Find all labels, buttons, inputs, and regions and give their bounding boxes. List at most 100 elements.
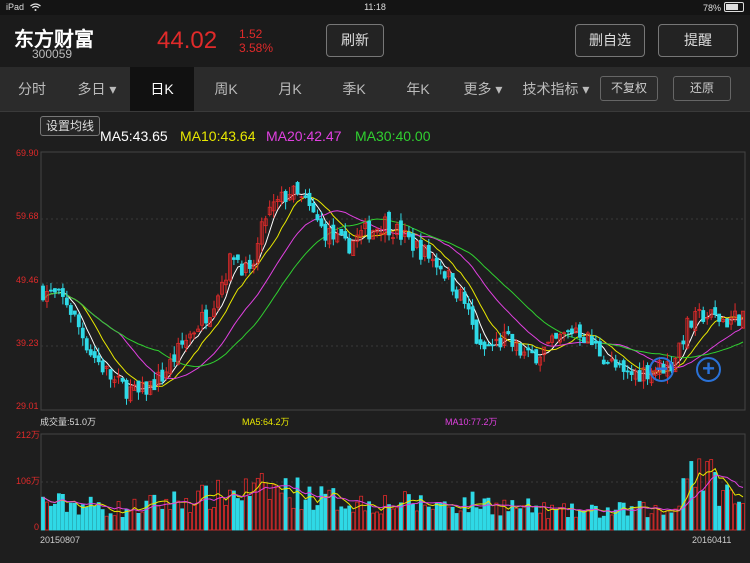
volume-bar (574, 516, 578, 531)
volume-bar (657, 508, 662, 531)
candle-body (56, 288, 61, 291)
remove-favorite-button[interactable]: 删自选 (575, 24, 645, 57)
volume-bar (422, 504, 427, 531)
candle-body (347, 238, 352, 254)
candle-body (68, 305, 73, 315)
volume-bar (526, 498, 531, 531)
volume-bar (112, 515, 117, 531)
volume-bar (64, 511, 69, 531)
volume-bar (335, 509, 340, 531)
ma5-line (42, 193, 744, 390)
tab-multi-day[interactable]: 多日 ▾ (64, 67, 130, 111)
volume-bar (287, 497, 292, 531)
volume-bar (649, 513, 654, 531)
candle-body (725, 318, 730, 328)
chart-grid (40, 151, 746, 531)
volume-bar (176, 500, 181, 531)
volume-bar (418, 495, 423, 531)
ma10-line (42, 196, 744, 388)
no-adjust-button[interactable]: 不复权 (600, 76, 658, 101)
candle-body (88, 349, 93, 356)
ma30-label: MA30:40.00 (355, 128, 431, 144)
candle-body (605, 361, 610, 364)
zoom-in-icon[interactable]: + (696, 357, 721, 382)
tab-monthly-k[interactable]: 月K (258, 67, 322, 111)
candle-body (235, 254, 240, 260)
candle-body (172, 354, 177, 362)
clock: 11:18 (364, 2, 386, 12)
candle-body (339, 228, 344, 236)
volume-bar (589, 504, 594, 531)
volume-bar (546, 518, 551, 531)
tab-intraday[interactable]: 分时 (0, 67, 64, 111)
alert-button[interactable]: 提醒 (658, 24, 738, 57)
candle-body (100, 360, 105, 373)
volume-bar (295, 477, 300, 531)
volume-bar (216, 479, 220, 531)
price-change: 1.52 3.58% (239, 27, 273, 55)
volume-bar (406, 494, 411, 531)
refresh-button[interactable]: 刷新 (326, 24, 384, 57)
candle-body (295, 182, 300, 195)
volume-bar (343, 508, 348, 531)
price-tick-4: 39.23 (16, 338, 39, 348)
tab-daily-k[interactable]: 日K (130, 67, 194, 111)
candle-body (518, 343, 523, 356)
volume-bar (120, 516, 125, 531)
volume-bar (152, 494, 157, 531)
zoom-out-icon[interactable]: − (649, 357, 674, 382)
candle-body (454, 289, 459, 299)
candle-body (474, 319, 479, 344)
volume-bar (243, 478, 248, 531)
tab-indicators[interactable]: 技术指标 ▾ (516, 67, 596, 111)
candle-body (637, 370, 642, 382)
volume-bar (323, 493, 328, 531)
volume-bar (267, 498, 272, 531)
candle-body (689, 320, 694, 328)
volume-bar (140, 511, 145, 531)
volume-bar (351, 511, 356, 531)
volume-bar (363, 510, 368, 531)
candle-body (482, 341, 487, 350)
volume-bar (462, 497, 467, 531)
volume-bar (84, 506, 89, 531)
candle-body (204, 309, 208, 324)
volume-bar (148, 494, 153, 531)
candle-body (570, 328, 574, 334)
volume-bar (247, 495, 252, 531)
candle-body (462, 291, 467, 304)
candle-body (231, 257, 236, 260)
volume-bar (725, 484, 730, 531)
candle-body (239, 263, 244, 276)
price-tick-1: 69.90 (16, 148, 39, 158)
tab-quarterly-k[interactable]: 季K (322, 67, 386, 111)
tab-weekly-k[interactable]: 周K (194, 67, 258, 111)
volume-bar (299, 509, 304, 531)
volume-bar (585, 509, 590, 531)
change-amount: 1.52 (239, 27, 263, 41)
price-tick-3: 49.46 (16, 275, 39, 285)
price-tick-2: 59.68 (16, 211, 39, 221)
candle-body (597, 341, 602, 357)
volume-bar (196, 490, 201, 531)
tab-yearly-k[interactable]: 年K (386, 67, 450, 111)
volume-bar (554, 509, 558, 531)
candle-body (160, 369, 165, 382)
set-ma-button[interactable]: 设置均线 (40, 116, 101, 136)
restore-button[interactable]: 还原 (673, 76, 731, 101)
volume-bar (438, 503, 443, 531)
ma5-label: MA5:43.65 (100, 128, 168, 144)
candle-body (510, 333, 515, 347)
candle-body (593, 340, 598, 344)
volume-bar (303, 499, 308, 531)
candle-body (617, 363, 622, 366)
candlestick-chart[interactable]: 69.90 59.68 49.46 39.23 29.01 成交量:51.0万 … (0, 112, 750, 563)
volume-bar (49, 505, 53, 531)
volume-bar (108, 513, 113, 531)
ma10-label: MA10:43.64 (180, 128, 256, 144)
volume-bar (192, 504, 197, 531)
candle-body (60, 288, 65, 297)
volume-bar (514, 508, 519, 531)
candle-body (41, 285, 45, 301)
tab-more[interactable]: 更多 ▾ (450, 67, 516, 111)
